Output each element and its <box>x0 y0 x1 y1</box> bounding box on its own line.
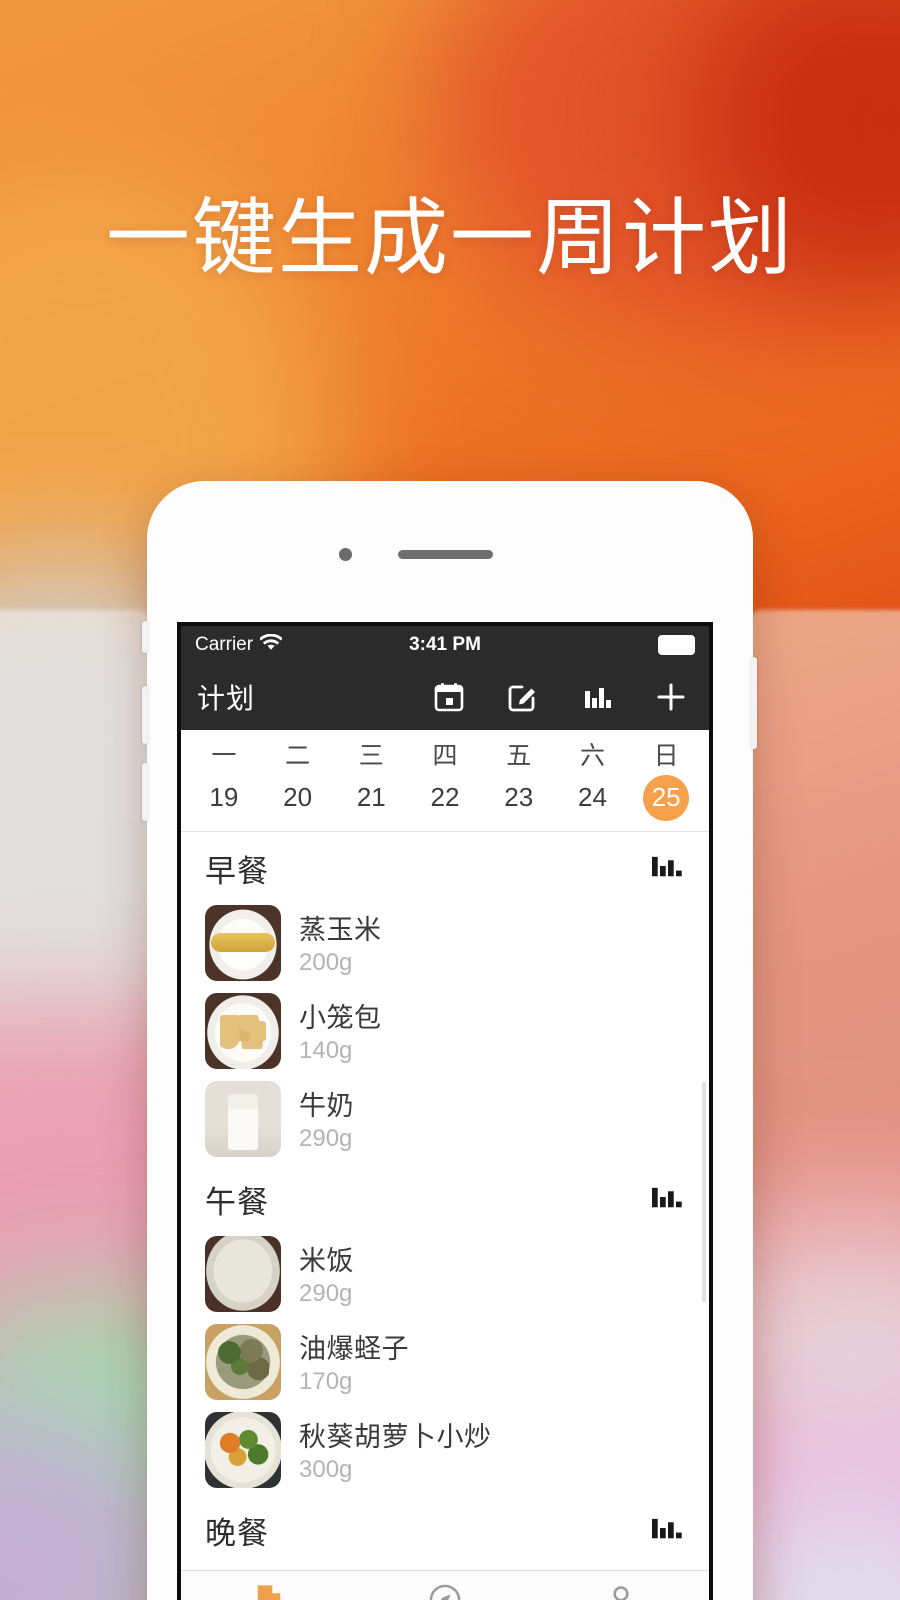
calendar-icon[interactable] <box>433 681 465 713</box>
weekday-row: 一 二 三 四 五 六 日 <box>181 736 709 772</box>
date-label: 23 <box>504 782 534 812</box>
food-amount: 170g <box>299 1368 353 1395</box>
status-bar: Carrier 3:41 PM <box>181 626 709 664</box>
date-cell[interactable]: 19 <box>187 772 261 821</box>
list-item-text: 蒸玉米 200g <box>299 908 382 977</box>
list-item[interactable]: 蒸玉米 200g <box>181 899 709 987</box>
list-item-text: 油爆蛏子 170g <box>299 1327 409 1396</box>
food-amount: 300g <box>299 1456 353 1483</box>
tab-plan[interactable]: 计划 <box>181 1576 357 1600</box>
tab-profile[interactable]: 我 <box>533 1576 709 1600</box>
meal-title: 午餐 <box>205 1184 269 1221</box>
list-item[interactable]: 小笼包 140g <box>181 987 709 1075</box>
list-item[interactable]: 牛奶 290g <box>181 1075 709 1163</box>
date-label: 24 <box>577 782 607 812</box>
date-cell[interactable]: 24 <box>556 772 630 821</box>
bar-chart-icon[interactable] <box>649 850 687 887</box>
status-bar-left: Carrier <box>195 633 283 657</box>
phone-device-frame: Carrier 3:41 PM 计划 一 二 三 四 五 六 日 19 20 2… <box>142 481 757 1600</box>
page-title: 计划 <box>197 682 256 715</box>
food-amount: 200g <box>299 949 353 976</box>
power-button[interactable] <box>751 657 757 749</box>
weekday-label: 四 <box>432 741 458 770</box>
date-cell[interactable]: 23 <box>482 772 556 821</box>
app-screen: Carrier 3:41 PM 计划 一 二 三 四 五 六 日 19 20 2… <box>177 622 713 1600</box>
scrollbar[interactable] <box>702 1081 706 1302</box>
earpiece-speaker <box>398 550 493 559</box>
front-camera <box>339 548 352 561</box>
soup-dumplings-thumbnail <box>205 992 281 1069</box>
date-label: 19 <box>209 782 239 812</box>
food-name: 秋葵胡萝卜小炒 <box>299 1422 492 1453</box>
food-amount: 140g <box>299 1037 353 1064</box>
list-item-text: 秋葵胡萝卜小炒 300g <box>299 1415 492 1484</box>
list-item[interactable]: 油爆蛏子 170g <box>181 1318 709 1406</box>
wifi-icon <box>259 633 283 657</box>
food-name: 油爆蛏子 <box>299 1334 409 1365</box>
food-name: 小笼包 <box>299 1003 382 1034</box>
date-label-selected: 25 <box>643 774 690 821</box>
weekday-label: 日 <box>653 741 679 770</box>
week-strip[interactable]: 一 二 三 四 五 六 日 19 20 21 22 23 24 25 <box>181 730 709 832</box>
okra-carrot-stirfry-thumbnail <box>205 1411 281 1488</box>
bar-chart-icon[interactable] <box>581 681 613 713</box>
nav-actions <box>433 681 693 713</box>
date-cell[interactable]: 20 <box>261 772 335 821</box>
weekday-label: 三 <box>358 741 384 770</box>
milk-glass-thumbnail <box>205 1080 281 1157</box>
bar-chart-icon[interactable] <box>649 1512 687 1549</box>
weekday-label: 一 <box>211 741 237 770</box>
meal-section-header: 晚餐 <box>181 1494 709 1561</box>
meal-list[interactable]: 早餐 蒸玉米 200g 小笼包 140g 牛奶 290g 午餐 米饭 290g … <box>181 831 709 1600</box>
tab-bar: 计划 发现 <box>181 1570 709 1600</box>
compass-icon <box>427 1582 463 1600</box>
meal-section-header: 午餐 <box>181 1163 709 1230</box>
food-name: 蒸玉米 <box>299 915 382 946</box>
volume-down-button[interactable] <box>142 763 148 821</box>
list-item[interactable]: 米饭 290g <box>181 1230 709 1318</box>
date-row: 19 20 21 22 23 24 25 <box>181 772 709 821</box>
promo-headline: 一键生成一周计划 <box>105 189 794 287</box>
tab-discover[interactable]: 发现 <box>357 1576 533 1600</box>
compose-icon[interactable] <box>507 681 539 713</box>
date-label: 20 <box>283 782 313 812</box>
list-item-text: 小笼包 140g <box>299 996 382 1065</box>
plus-icon[interactable] <box>655 681 687 713</box>
date-cell[interactable]: 22 <box>408 772 482 821</box>
person-icon <box>603 1582 639 1600</box>
white-rice-thumbnail <box>205 1235 281 1312</box>
promo-screenshot: 一键生成一周计划 Carrier 3:41 PM 计划 一 二 三 四 五 六 … <box>0 0 900 1600</box>
nav-bar: 计划 <box>181 664 709 730</box>
weekday-label: 六 <box>579 741 605 770</box>
battery-full-icon <box>658 635 695 655</box>
date-label: 22 <box>430 782 460 812</box>
meal-title: 早餐 <box>205 853 269 890</box>
razor-clams-thumbnail <box>205 1323 281 1400</box>
food-name: 牛奶 <box>299 1091 354 1122</box>
steamed-corn-thumbnail <box>205 904 281 981</box>
date-label: 21 <box>356 782 386 812</box>
bar-chart-icon[interactable] <box>649 1181 687 1218</box>
volume-up-button[interactable] <box>142 686 148 744</box>
mute-switch[interactable] <box>142 621 148 653</box>
adjacent-screenshot-right <box>748 610 900 1600</box>
adjacent-screenshot-left <box>0 610 150 1600</box>
list-item-text: 米饭 290g <box>299 1239 354 1308</box>
food-amount: 290g <box>299 1125 353 1152</box>
status-bar-right <box>658 635 695 655</box>
food-amount: 290g <box>299 1280 353 1307</box>
weekday-label: 五 <box>506 741 532 770</box>
meal-section-header: 早餐 <box>181 832 709 899</box>
weekday-label: 二 <box>285 741 311 770</box>
date-cell[interactable]: 21 <box>334 772 408 821</box>
document-icon <box>251 1582 287 1600</box>
food-name: 米饭 <box>299 1246 354 1277</box>
list-item-text: 牛奶 290g <box>299 1084 354 1153</box>
date-cell-selected[interactable]: 25 <box>629 772 703 821</box>
meal-title: 晚餐 <box>205 1515 269 1552</box>
carrier-label: Carrier <box>195 634 254 655</box>
list-item[interactable]: 秋葵胡萝卜小炒 300g <box>181 1406 709 1494</box>
